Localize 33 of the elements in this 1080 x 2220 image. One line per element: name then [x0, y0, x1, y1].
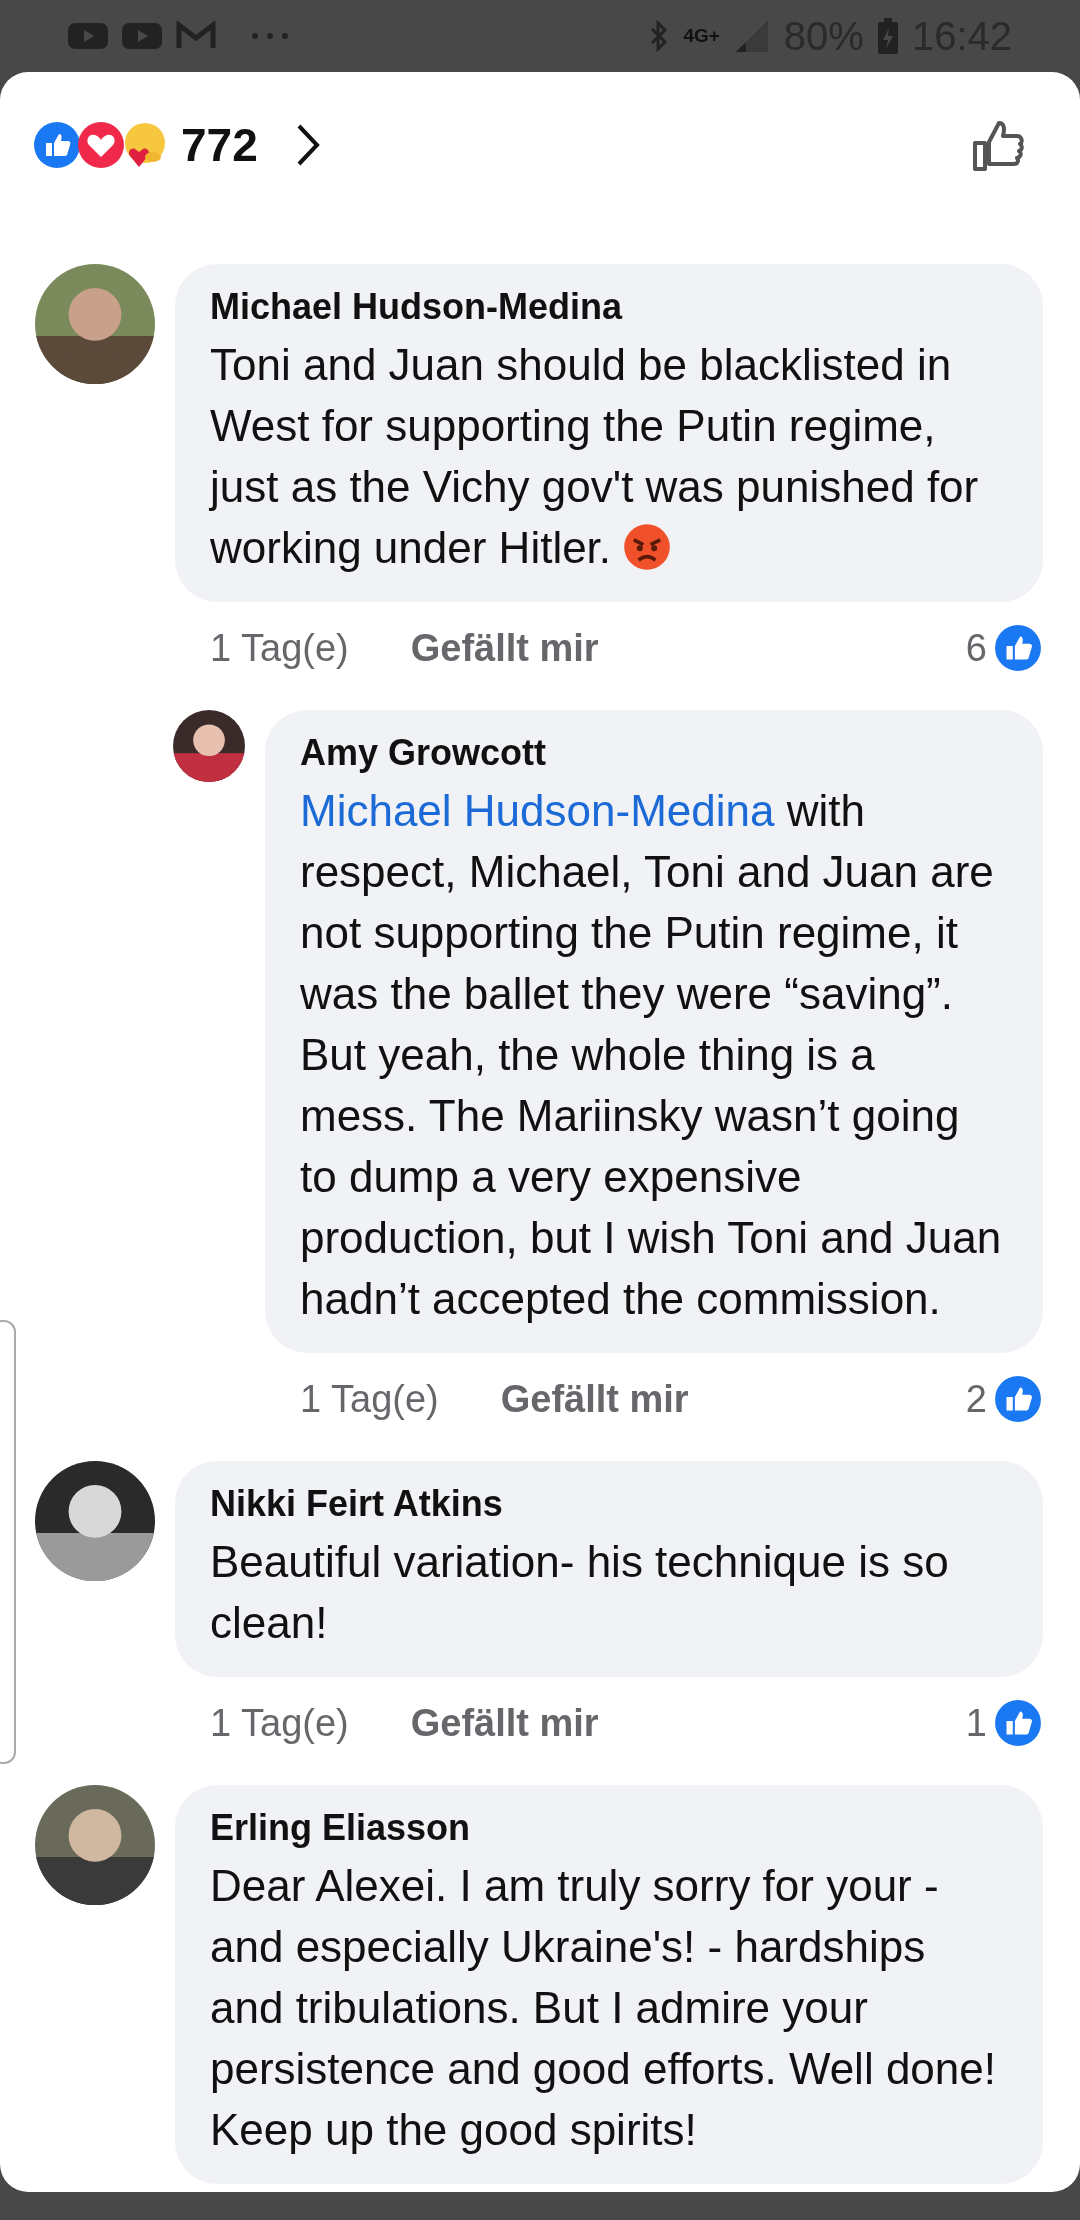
comment-author[interactable]: Nikki Feirt Atkins — [210, 1483, 1003, 1525]
like-reaction-icon — [33, 121, 81, 169]
like-count: 6 — [965, 626, 987, 670]
more-icon — [250, 31, 290, 41]
like-link[interactable]: Gefällt mir — [410, 1701, 599, 1745]
like-count: 1 — [965, 1701, 987, 1745]
angry-face-icon — [623, 523, 672, 571]
comment-age: 1 Tag(e) — [210, 626, 349, 670]
comment-author[interactable]: Amy Growcott — [300, 732, 1003, 774]
network-label: 4G+ — [683, 25, 720, 47]
mail-icon — [176, 21, 216, 51]
comment-age: 1 Tag(e) — [300, 1377, 439, 1421]
like-link[interactable]: Gefällt mir — [410, 626, 599, 670]
comment-author[interactable]: Michael Hudson-Medina — [210, 286, 1003, 328]
bluetooth-icon — [649, 20, 670, 52]
reaction-count[interactable]: 772 — [181, 118, 258, 172]
comment-author[interactable]: Erling Eliasson — [210, 1807, 1003, 1849]
battery-charging-icon — [877, 18, 898, 54]
like-count: 2 — [965, 1377, 987, 1421]
comment-text: Michael Hudson-Medina with respect, Michael, Toni and Juan are not supporting the Putin regime, it was the ballet they were “saving”. But yeah, the whole thing is a mess. The Mariinsky wasn’t going to dump a very expensive production, but I wish Toni and Juan hadn’t accepted the commission. — [300, 785, 1003, 1325]
like-reaction-icon — [993, 1374, 1043, 1424]
video-app-icon — [68, 21, 108, 51]
like-reaction-icon — [993, 1698, 1043, 1748]
comment-text: Beautiful variation- his technique is so clean! — [210, 1536, 950, 1649]
mention-link[interactable]: Michael Hudson-Medina — [300, 786, 775, 835]
like-reaction-icon — [993, 623, 1043, 673]
video-app-icon — [122, 21, 162, 51]
love-reaction-icon — [77, 121, 125, 169]
comment-text: Toni and Juan should be blacklisted in West for supporting the Putin regime, just as the Vichy gov't was punished for working under Hitler. — [210, 339, 980, 574]
comment-text: Dear Alexei. I am truly sorry for your - and especially Ukraine's! - hardships and tribulations. But I admire your persistence and good efforts. Well done! Keep up the good spirits! — [210, 1860, 997, 2156]
comment-age: 1 Tag(e) — [210, 1701, 349, 1745]
chevron-right-icon[interactable] — [295, 123, 320, 167]
like-link[interactable]: Gefällt mir — [500, 1377, 689, 1421]
